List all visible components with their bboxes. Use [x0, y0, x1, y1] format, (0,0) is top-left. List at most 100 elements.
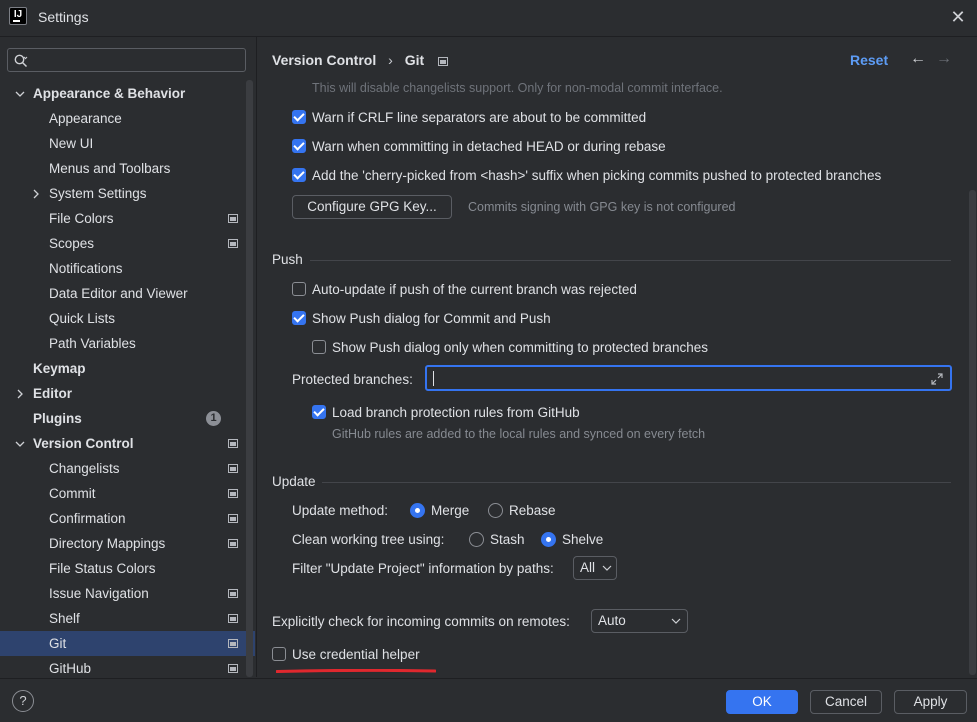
- sidebar-item-label: Menus and Toolbars: [49, 161, 171, 176]
- sidebar-item-quick-lists[interactable]: Quick Lists: [0, 306, 255, 331]
- sidebar-item-confirmation[interactable]: Confirmation: [0, 506, 255, 531]
- sidebar-item-menus-toolbars[interactable]: Menus and Toolbars: [0, 156, 255, 181]
- title-bar: [0, 0, 977, 37]
- breadcrumb-separator: ›: [388, 52, 393, 68]
- help-icon[interactable]: ?: [12, 690, 34, 712]
- project-level-icon: [228, 214, 238, 223]
- github-rules-hint: GitHub rules are added to the local rule…: [332, 427, 706, 441]
- cancel-button[interactable]: Cancel: [810, 690, 882, 714]
- sidebar-item-label: Keymap: [33, 361, 86, 376]
- configure-gpg-key-button[interactable]: Configure GPG Key...: [292, 195, 452, 219]
- sidebar-item-label: Notifications: [49, 261, 123, 276]
- sidebar-item-scopes[interactable]: Scopes: [0, 231, 255, 256]
- sidebar-item-keymap[interactable]: Keymap: [0, 356, 255, 381]
- apply-button[interactable]: Apply: [894, 690, 967, 714]
- sidebar-item-file-colors[interactable]: File Colors: [0, 206, 255, 231]
- sidebar-item-git[interactable]: Git: [0, 631, 255, 656]
- sidebar-item-github[interactable]: GitHub: [0, 656, 255, 677]
- sidebar-item-appearance-behavior[interactable]: Appearance & Behavior: [0, 81, 255, 106]
- sidebar-item-label: System Settings: [49, 186, 147, 201]
- project-level-icon: [228, 639, 238, 648]
- reset-link[interactable]: Reset: [850, 52, 888, 68]
- sidebar-item-plugins[interactable]: Plugins 1: [0, 406, 255, 431]
- shelve-radio[interactable]: [541, 532, 556, 547]
- incoming-commits-label: Explicitly check for incoming commits on…: [272, 614, 570, 629]
- sidebar-item-label: Directory Mappings: [49, 536, 166, 551]
- expand-icon[interactable]: [930, 372, 944, 386]
- sidebar-scrollbar[interactable]: [246, 80, 253, 677]
- sidebar-item-data-editor-viewer[interactable]: Data Editor and Viewer: [0, 281, 255, 306]
- update-method-label: Update method:: [292, 503, 389, 518]
- cherry-picked-suffix-checkbox[interactable]: [292, 168, 306, 182]
- content-scrollbar[interactable]: [969, 190, 976, 675]
- project-level-icon: [228, 589, 238, 598]
- sidebar-item-system-settings[interactable]: System Settings: [0, 181, 255, 206]
- incoming-commits-dropdown[interactable]: Auto: [591, 609, 688, 633]
- intellij-app-icon: IJ: [9, 7, 27, 25]
- show-push-protected-label: Show Push dialog only when committing to…: [332, 340, 708, 355]
- stash-radio-label: Stash: [490, 532, 525, 547]
- sidebar-item-path-variables[interactable]: Path Variables: [0, 331, 255, 356]
- sidebar-item-directory-mappings[interactable]: Directory Mappings: [0, 531, 255, 556]
- project-level-icon: [228, 614, 238, 623]
- forward-arrow-icon[interactable]: →: [936, 50, 952, 68]
- breadcrumb-current: Git: [404, 52, 425, 68]
- incoming-commits-value: Auto: [598, 613, 626, 628]
- sidebar-item-label: Confirmation: [49, 511, 126, 526]
- sidebar-item-appearance[interactable]: Appearance: [0, 106, 255, 131]
- filter-paths-dropdown[interactable]: All: [573, 556, 617, 580]
- sidebar-item-issue-navigation[interactable]: Issue Navigation: [0, 581, 255, 606]
- sidebar-item-shelf[interactable]: Shelf: [0, 606, 255, 631]
- warn-detached-head-checkbox[interactable]: [292, 139, 306, 153]
- sidebar-item-commit[interactable]: Commit: [0, 481, 255, 506]
- project-level-icon: [228, 489, 238, 498]
- warn-crlf-label: Warn if CRLF line separators are about t…: [312, 110, 647, 125]
- project-level-icon: [228, 464, 238, 473]
- show-push-dialog-label: Show Push dialog for Commit and Push: [312, 311, 551, 326]
- sidebar-item-label: Changelists: [49, 461, 120, 476]
- changelists-disable-note: This will disable changelists support. O…: [312, 81, 723, 95]
- credential-helper-label: Use credential helper: [292, 647, 420, 662]
- push-divider: [310, 260, 951, 261]
- show-push-dialog-checkbox[interactable]: [292, 311, 306, 325]
- sidebar-item-label: Quick Lists: [49, 311, 116, 326]
- warn-crlf-checkbox[interactable]: [292, 110, 306, 124]
- warn-detached-head-label: Warn when committing in detached HEAD or…: [312, 139, 666, 154]
- settings-search-field[interactable]: [7, 48, 246, 72]
- gpg-status-text: Commits signing with GPG key is not conf…: [468, 200, 736, 214]
- project-level-icon: [228, 439, 238, 448]
- back-arrow-icon[interactable]: ←: [910, 50, 926, 68]
- app-icon-text: IJ: [13, 9, 23, 20]
- sidebar-item-new-ui[interactable]: New UI: [0, 131, 255, 156]
- window-title: Settings: [38, 9, 89, 25]
- sidebar-item-label: Appearance: [49, 111, 122, 126]
- sidebar-item-label: Scopes: [49, 236, 95, 251]
- credential-helper-checkbox[interactable]: [272, 647, 286, 661]
- sidebar-item-label: Git: [49, 636, 67, 651]
- sidebar-item-notifications[interactable]: Notifications: [0, 256, 255, 281]
- load-github-rules-checkbox[interactable]: [312, 405, 326, 419]
- chevron-down-icon: [15, 441, 25, 447]
- auto-update-push-checkbox[interactable]: [292, 282, 306, 296]
- sidebar-item-version-control[interactable]: Version Control: [0, 431, 255, 456]
- show-push-protected-checkbox[interactable]: [312, 340, 326, 354]
- sidebar-item-file-status-colors[interactable]: File Status Colors: [0, 556, 255, 581]
- sidebar-item-editor[interactable]: Editor: [0, 381, 255, 406]
- sidebar-item-label: Path Variables: [49, 336, 136, 351]
- sidebar-item-label: Issue Navigation: [49, 586, 149, 601]
- ok-button[interactable]: OK: [726, 690, 798, 714]
- project-level-icon: [228, 514, 238, 523]
- merge-radio-label: Merge: [431, 503, 470, 518]
- close-icon[interactable]: ✕: [945, 4, 971, 30]
- breadcrumb-parent[interactable]: Version Control: [272, 52, 376, 68]
- stash-radio[interactable]: [469, 532, 484, 547]
- chevron-down-icon: [15, 91, 25, 97]
- search-input[interactable]: [36, 51, 240, 71]
- rebase-radio[interactable]: [488, 503, 503, 518]
- load-github-rules-label: Load branch protection rules from GitHub: [332, 405, 580, 420]
- merge-radio[interactable]: [410, 503, 425, 518]
- protected-branches-input[interactable]: [425, 365, 952, 391]
- sidebar-item-changelists[interactable]: Changelists: [0, 456, 255, 481]
- auto-update-push-label: Auto-update if push of the current branc…: [312, 282, 637, 297]
- sidebar-item-label: Data Editor and Viewer: [49, 286, 188, 301]
